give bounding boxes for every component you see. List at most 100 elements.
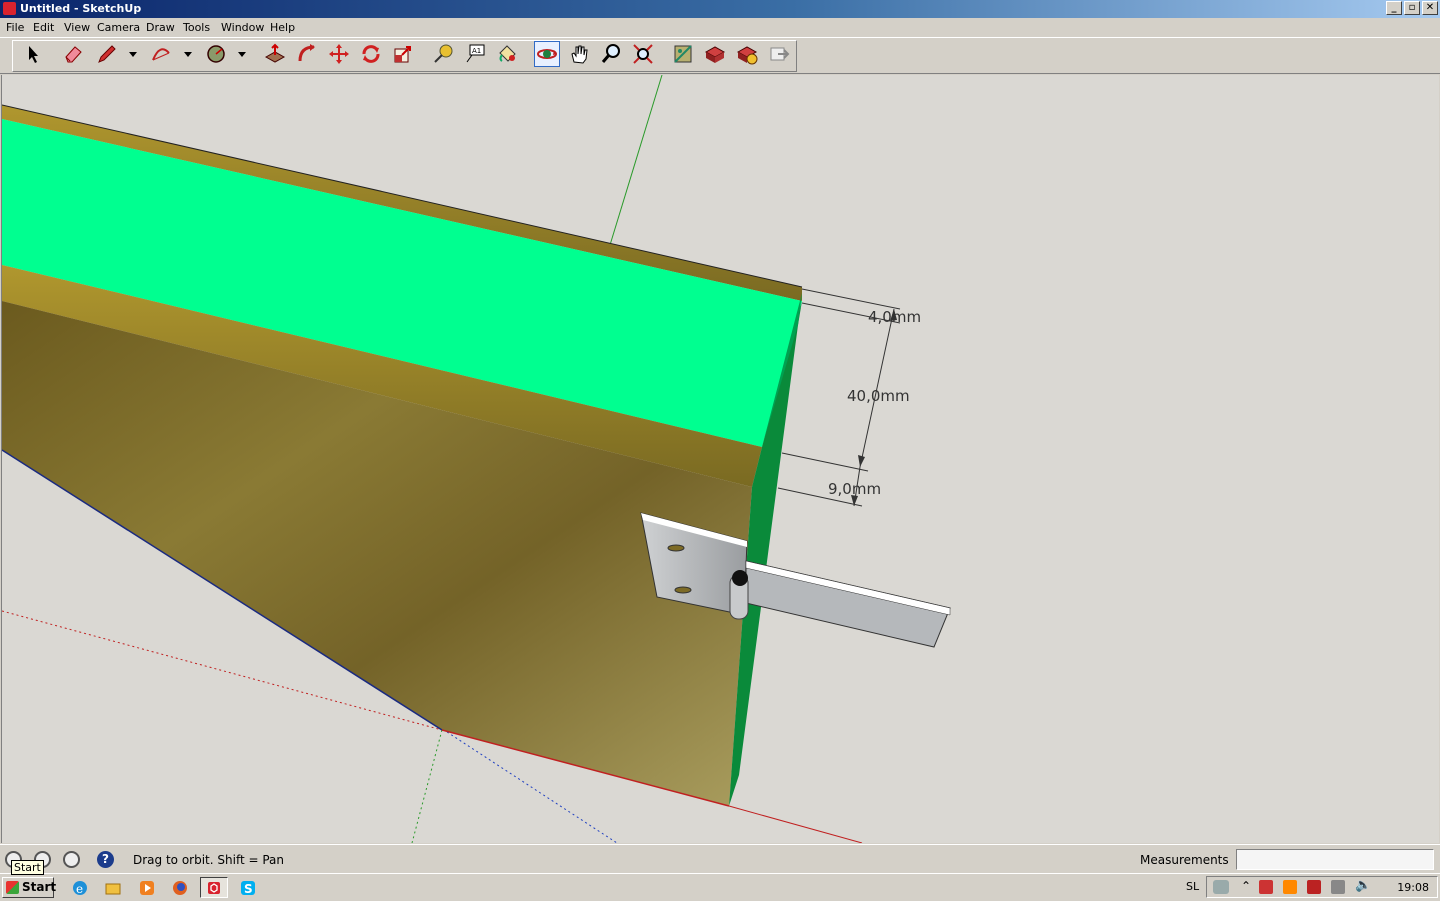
text-icon: A1 bbox=[466, 44, 485, 63]
paint-bucket-icon bbox=[499, 45, 516, 62]
rotate-tool-button[interactable] bbox=[358, 41, 384, 67]
internet-explorer-icon: e bbox=[73, 880, 87, 896]
sketchup-icon bbox=[208, 881, 220, 894]
window-title: Untitled - SketchUp bbox=[20, 2, 142, 15]
help-icon[interactable]: ? bbox=[97, 851, 114, 868]
model-scene bbox=[2, 75, 951, 843]
network-tray-icon[interactable] bbox=[1331, 880, 1345, 894]
get-models-tool-button[interactable] bbox=[670, 41, 696, 67]
skype-icon: S bbox=[241, 880, 255, 896]
orbit-tool-button[interactable] bbox=[534, 41, 560, 67]
language-indicator[interactable]: SL bbox=[1186, 880, 1199, 893]
status-bar: ? Drag to orbit. Shift = Pan Measurement… bbox=[0, 844, 1440, 874]
taskbar-firefox[interactable] bbox=[166, 877, 194, 898]
measurements-label: Measurements bbox=[1140, 853, 1229, 867]
rotate-icon bbox=[362, 45, 380, 63]
zoom-tool-button[interactable] bbox=[598, 41, 624, 67]
menu-view[interactable]: View bbox=[64, 21, 90, 34]
arc-tool-button[interactable] bbox=[148, 41, 174, 67]
drawing-viewport[interactable]: 4,0mm 40,0mm 9,0mm bbox=[1, 75, 1439, 843]
folder-icon bbox=[105, 883, 121, 894]
main-toolbar: A1 bbox=[0, 37, 1440, 74]
svg-text:S: S bbox=[244, 882, 253, 896]
show-hidden-icons-icon[interactable]: ⌃ bbox=[1241, 879, 1251, 893]
menu-bar: File Edit View Camera Draw Tools Window … bbox=[0, 18, 1440, 37]
share-model-icon bbox=[704, 46, 726, 63]
pan-hand-icon bbox=[571, 45, 588, 64]
taskbar-sketchup[interactable] bbox=[200, 877, 228, 898]
sketchup-app-icon[interactable] bbox=[3, 2, 16, 15]
start-tooltip: Start bbox=[11, 860, 44, 875]
zoom-extents-tool-button[interactable] bbox=[630, 41, 656, 67]
push-pull-icon bbox=[264, 43, 286, 63]
volume-icon[interactable]: 🔈 bbox=[1355, 878, 1371, 893]
dimension-arrows bbox=[851, 309, 897, 506]
menu-help[interactable]: Help bbox=[270, 21, 295, 34]
select-arrow-icon bbox=[29, 46, 38, 63]
user-account-icon[interactable] bbox=[63, 851, 80, 868]
follow-me-icon bbox=[298, 44, 315, 62]
svg-text:A1: A1 bbox=[472, 47, 481, 55]
start-button[interactable]: Start bbox=[2, 877, 57, 898]
paint-bucket-tool-button[interactable] bbox=[494, 41, 520, 67]
green-axis bbox=[609, 75, 663, 246]
hinge-screw-hole-1 bbox=[667, 544, 685, 552]
menu-tools[interactable]: Tools bbox=[183, 21, 210, 34]
move-tool-button[interactable] bbox=[326, 41, 352, 67]
text-tool-button[interactable]: A1 bbox=[462, 41, 488, 67]
circle-dropdown-arrow[interactable] bbox=[238, 52, 246, 57]
menu-draw[interactable]: Draw bbox=[146, 21, 175, 34]
menu-window[interactable]: Window bbox=[221, 21, 264, 34]
share-model-tool-button[interactable] bbox=[702, 41, 728, 67]
dimension-label-middle: 40,0mm bbox=[847, 387, 910, 405]
dimension-label-top: 4,0mm bbox=[868, 308, 922, 326]
firefox-icon bbox=[173, 880, 187, 895]
share-component-tool-button[interactable] bbox=[734, 41, 760, 67]
follow-me-tool-button[interactable] bbox=[294, 41, 320, 67]
measurements-input[interactable] bbox=[1236, 849, 1434, 870]
maximize-button[interactable]: ▫ bbox=[1404, 1, 1420, 15]
pencil-dropdown-arrow[interactable] bbox=[129, 52, 137, 57]
keyboard-tray-icon[interactable] bbox=[1213, 880, 1229, 894]
update-tray-icon[interactable] bbox=[1307, 880, 1321, 894]
menu-camera[interactable]: Camera bbox=[97, 21, 140, 34]
arc-dropdown-arrow[interactable] bbox=[184, 52, 192, 57]
scale-icon bbox=[394, 46, 411, 63]
hinge-pin bbox=[732, 570, 748, 586]
eraser-icon bbox=[65, 46, 82, 63]
pencil-tool-button[interactable] bbox=[94, 41, 120, 67]
taskbar-skype[interactable]: S bbox=[234, 877, 262, 898]
pan-tool-button[interactable] bbox=[566, 41, 592, 67]
taskbar-ie[interactable]: e bbox=[66, 877, 94, 898]
status-hint-text: Drag to orbit. Shift = Pan bbox=[133, 853, 284, 867]
send-to-layout-tool-button[interactable] bbox=[766, 41, 792, 67]
green-axis-dashed bbox=[411, 729, 443, 843]
close-button[interactable]: ✕ bbox=[1422, 1, 1438, 15]
minimize-button[interactable]: _ bbox=[1386, 1, 1402, 15]
clock[interactable]: 19:08 bbox=[1397, 881, 1429, 894]
move-icon bbox=[329, 44, 349, 64]
push-pull-tool-button[interactable] bbox=[262, 41, 288, 67]
zoom-magnifier-icon bbox=[601, 44, 620, 63]
red-axis bbox=[728, 805, 863, 843]
app-tray-icon[interactable] bbox=[1283, 880, 1297, 894]
menu-file[interactable]: File bbox=[6, 21, 24, 34]
select-tool-button[interactable] bbox=[20, 41, 46, 67]
taskbar-media-player[interactable] bbox=[133, 877, 161, 898]
pencil-icon bbox=[98, 45, 116, 63]
start-label: Start bbox=[22, 880, 57, 894]
title-bar: Untitled - SketchUp _ ▫ ✕ bbox=[0, 0, 1440, 18]
orbit-icon bbox=[537, 49, 557, 59]
security-tray-icon[interactable] bbox=[1259, 880, 1273, 894]
tape-measure-tool-button[interactable] bbox=[430, 41, 456, 67]
scale-tool-button[interactable] bbox=[390, 41, 416, 67]
svg-text:e: e bbox=[76, 882, 83, 896]
eraser-tool-button[interactable] bbox=[60, 41, 86, 67]
zoom-extents-icon bbox=[633, 44, 653, 64]
menu-edit[interactable]: Edit bbox=[33, 21, 54, 34]
system-tray: ⌃ 🔈 19:08 bbox=[1206, 876, 1438, 898]
windows-taskbar: Start e S SL ⌃ 🔈 19:08 bbox=[0, 873, 1440, 901]
circle-tool-button[interactable] bbox=[203, 41, 229, 67]
taskbar-explorer[interactable] bbox=[99, 877, 127, 898]
send-to-layout-icon bbox=[770, 47, 790, 61]
